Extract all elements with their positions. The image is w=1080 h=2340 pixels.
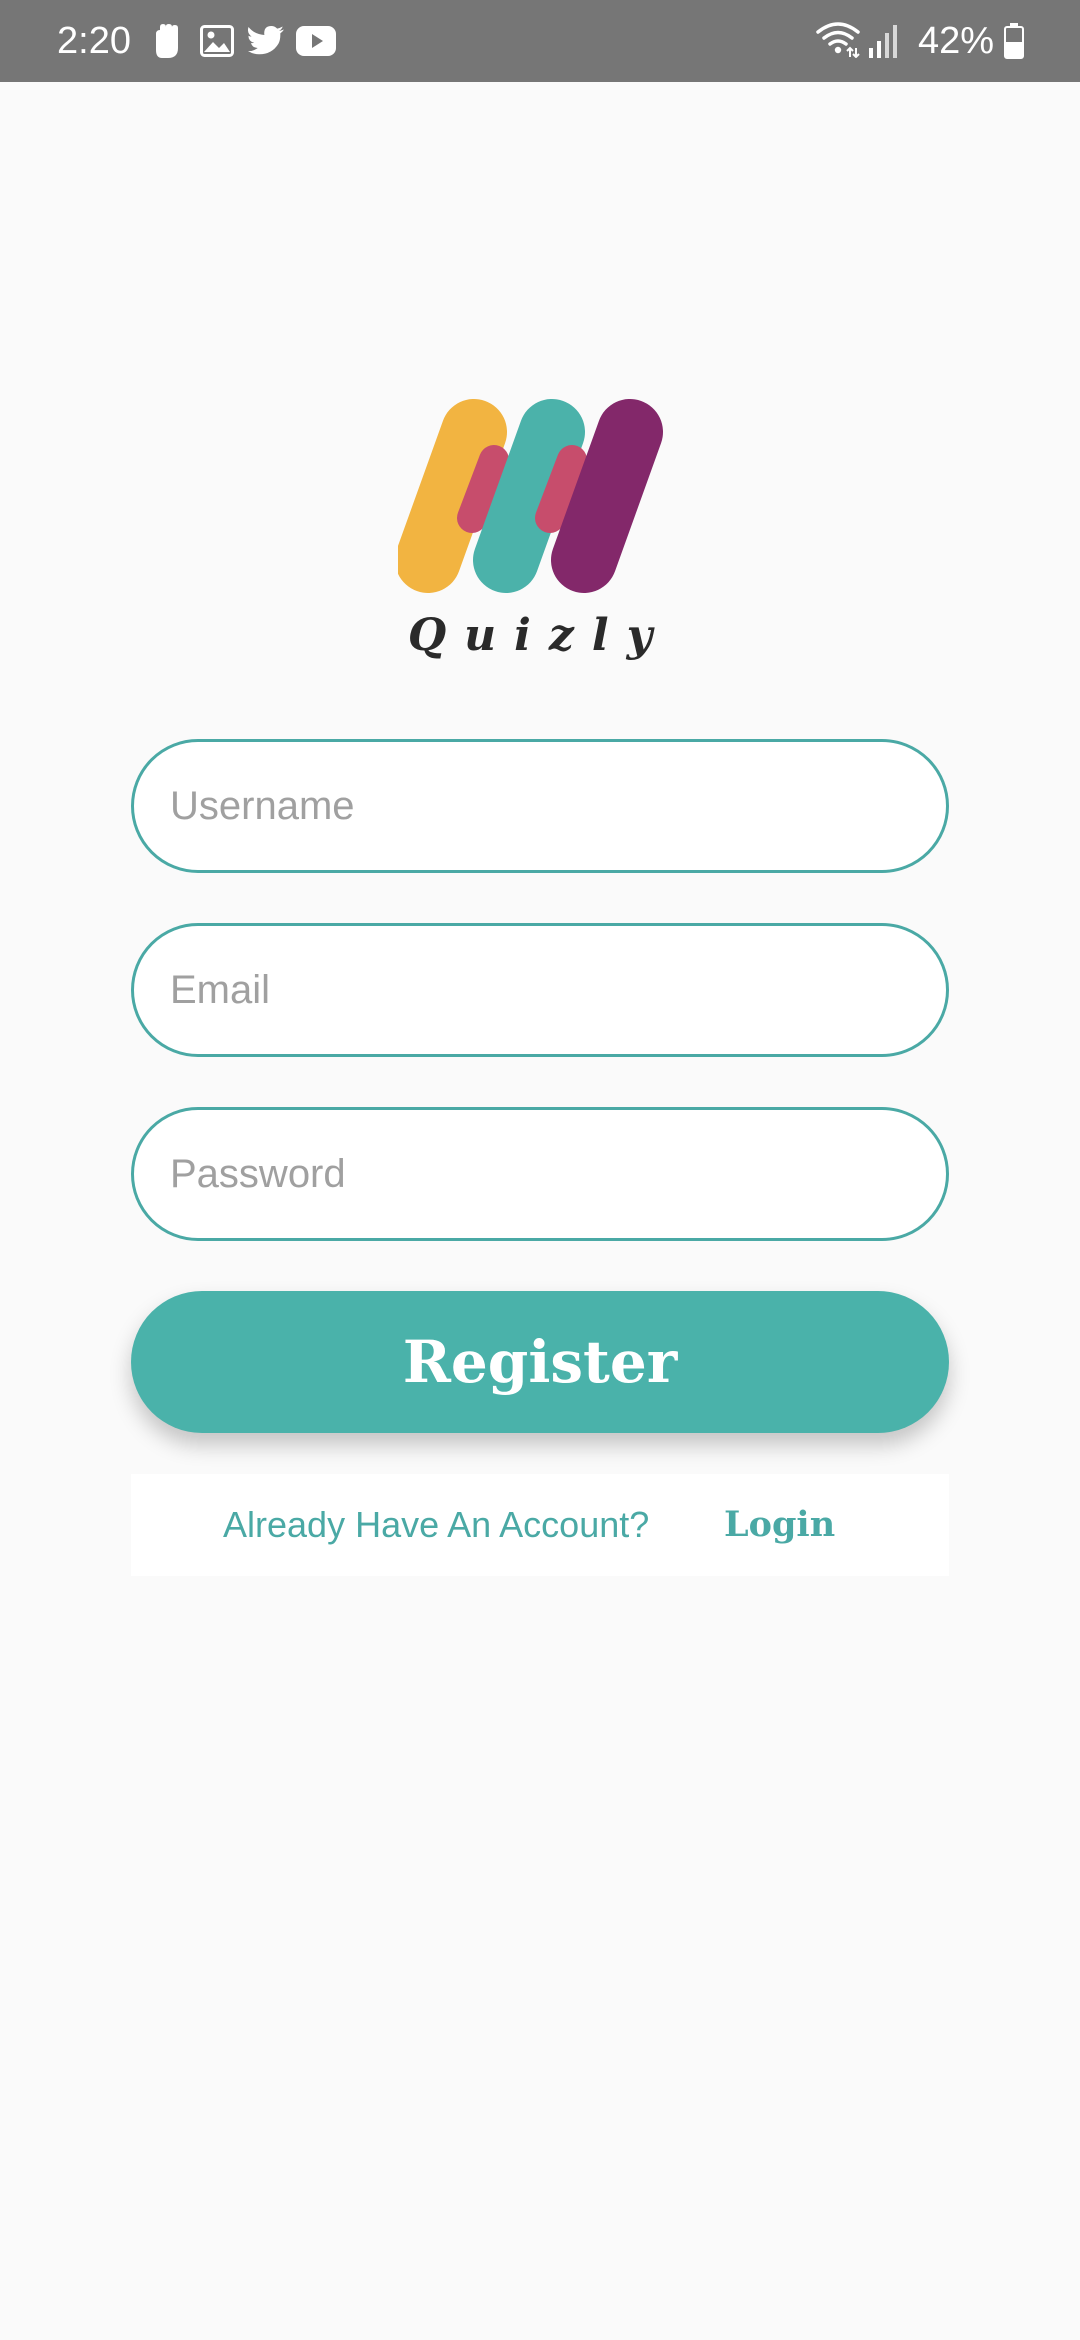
login-prompt-text: Already Have An Account?	[223, 1504, 650, 1545]
logo-text: Quizly	[408, 610, 670, 661]
username-input[interactable]	[131, 739, 949, 873]
battery-percent: 42%	[918, 20, 995, 62]
email-input[interactable]	[131, 923, 949, 1057]
logo-mark-icon: Quizly	[398, 399, 670, 661]
login-row: Already Have An Account? Login	[131, 1474, 949, 1576]
status-bar: 2:20 42%	[0, 0, 1080, 82]
password-input[interactable]	[131, 1107, 949, 1241]
signal-icon	[869, 25, 897, 58]
twitter-icon	[248, 26, 284, 55]
quizly-logo: Quizly	[398, 398, 684, 666]
register-button[interactable]: Register	[131, 1291, 949, 1433]
status-time: 2:20	[57, 20, 131, 62]
gallery-icon	[200, 25, 234, 57]
notification-hand-icon	[156, 24, 178, 58]
battery-icon	[1004, 23, 1024, 59]
youtube-icon	[296, 26, 336, 56]
login-link[interactable]: Login	[724, 1504, 835, 1546]
wifi-icon	[816, 22, 860, 58]
